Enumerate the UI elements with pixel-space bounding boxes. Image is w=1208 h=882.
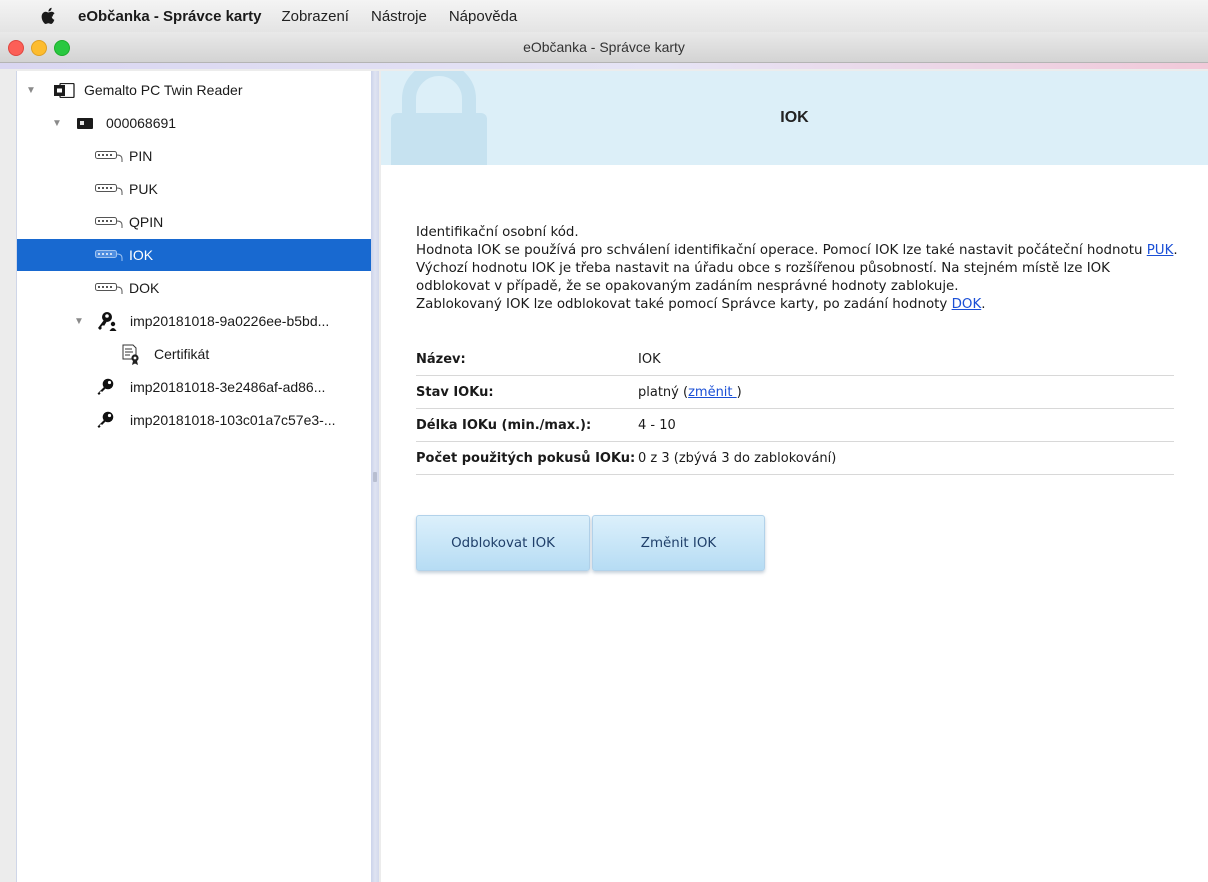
apple-icon[interactable]	[40, 7, 56, 25]
menu-napoveda[interactable]: Nápověda	[449, 8, 517, 25]
property-label: Počet použitých pokusů IOKu:	[416, 450, 636, 466]
description-line: Hodnota IOK se používá pro schválení ide…	[416, 242, 1201, 260]
description-text: .	[1173, 243, 1178, 258]
tree-item-label: imp20181018-3e2486af-ad86...	[130, 379, 326, 395]
card-reader-icon	[54, 83, 75, 98]
key-person-icon	[98, 312, 117, 331]
disclosure-expanded-icon[interactable]: ▼	[26, 85, 36, 96]
property-row-state: Stav IOKu: platný (změnit )	[416, 376, 1174, 409]
tree-item-key-2[interactable]: imp20181018-3e2486af-ad86...	[17, 371, 372, 403]
tree-item-label: DOK	[129, 280, 160, 296]
zoom-window-button[interactable]	[54, 40, 70, 56]
tree-item-label: Certifikát	[154, 346, 210, 362]
tree-item-label: 000068691	[106, 115, 177, 131]
property-value: platný (změnit )	[638, 385, 742, 400]
tree-item-label: Gemalto PC Twin Reader	[84, 82, 243, 98]
puk-link[interactable]: PUK	[1147, 243, 1174, 258]
description-line: Zablokovaný IOK lze odblokovat také pomo…	[416, 296, 1201, 314]
keypad-icon	[95, 151, 123, 162]
split-view-grip[interactable]	[373, 472, 377, 482]
sidebar-tree: ▼ Gemalto PC Twin Reader ▼ 000068691 PIN	[16, 71, 372, 882]
description-line: Identifikační osobní kód.	[416, 225, 579, 240]
description-text: Hodnota IOK se používá pro schválení ide…	[416, 243, 1147, 258]
menu-zobrazeni[interactable]: Zobrazení	[281, 8, 349, 25]
property-value: IOK	[638, 351, 661, 367]
menu-app-name[interactable]: eObčanka - Správce karty	[78, 8, 261, 25]
tree-item-reader[interactable]: ▼ Gemalto PC Twin Reader	[17, 74, 372, 106]
state-text: platný (	[638, 384, 689, 400]
property-row-length: Délka IOKu (min./max.): 4 - 10	[416, 409, 1174, 442]
tree-item-qpin[interactable]: QPIN	[17, 206, 372, 238]
keypad-icon	[95, 184, 123, 195]
tree-item-key-3[interactable]: imp20181018-103c01a7c57e3-...	[17, 404, 372, 436]
unblock-iok-button[interactable]: Odblokovat IOK	[416, 515, 590, 571]
key-icon	[97, 378, 114, 395]
property-value: 4 - 10	[638, 417, 676, 433]
detail-panel: IOK Identifikační osobní kód. Hodnota IO…	[381, 71, 1208, 882]
change-state-link[interactable]: změnit	[688, 385, 737, 400]
tree-item-key-1[interactable]: ▼ imp20181018-9a0226ee-b5bd...	[17, 305, 372, 337]
keypad-icon	[95, 250, 123, 261]
keypad-icon	[95, 283, 123, 294]
tree-item-iok[interactable]: IOK	[17, 239, 372, 271]
description-text: .	[981, 297, 986, 312]
page-title: IOK	[780, 109, 809, 126]
property-label: Stav IOKu:	[416, 384, 494, 400]
window-title: eObčanka - Správce karty	[523, 39, 685, 55]
menu-bar: eObčanka - Správce karty Zobrazení Nástr…	[0, 0, 1208, 32]
tree-item-certificate[interactable]: Certifikát	[17, 338, 372, 370]
property-row-name: Název: IOK	[416, 343, 1174, 376]
tree-item-pin[interactable]: PIN	[17, 140, 372, 172]
property-label: Název:	[416, 351, 466, 367]
tree-item-dok[interactable]: DOK	[17, 272, 372, 304]
description-text: Zablokovaný IOK lze odblokovat také pomo…	[416, 297, 952, 312]
description-line: Výchozí hodnotu IOK je třeba nastavit na…	[416, 261, 1110, 276]
key-icon	[97, 411, 114, 428]
menu-nastroje[interactable]: Nástroje	[371, 8, 427, 25]
certificate-icon	[122, 344, 139, 365]
tree-item-label: PUK	[129, 181, 158, 197]
smart-card-icon	[77, 118, 93, 129]
property-value: 0 z 3 (zbývá 3 do zablokování)	[638, 450, 837, 466]
tree-item-puk[interactable]: PUK	[17, 173, 372, 205]
close-window-button[interactable]	[8, 40, 24, 56]
description-line: odblokovat v případě, že se opakovaným z…	[416, 279, 959, 294]
minimize-window-button[interactable]	[31, 40, 47, 56]
state-text-close: )	[736, 384, 742, 400]
window-title-bar: eObčanka - Správce karty	[0, 32, 1208, 63]
tree-item-label: PIN	[129, 148, 153, 164]
disclosure-expanded-icon[interactable]: ▼	[74, 316, 84, 327]
window-controls	[8, 40, 70, 56]
header-accent-strip	[0, 63, 1208, 69]
properties-table: Název: IOK Stav IOKu: platný (změnit ) D…	[416, 343, 1174, 475]
tree-item-label: imp20181018-9a0226ee-b5bd...	[130, 313, 330, 329]
description: Identifikační osobní kód. Hodnota IOK se…	[416, 224, 1201, 314]
tree-item-label: imp20181018-103c01a7c57e3-...	[130, 412, 336, 428]
keypad-icon	[95, 217, 123, 228]
change-iok-button[interactable]: Změnit IOK	[592, 515, 765, 571]
tree-item-card[interactable]: ▼ 000068691	[17, 107, 372, 139]
disclosure-expanded-icon[interactable]: ▼	[52, 118, 62, 129]
dok-link[interactable]: DOK	[952, 297, 982, 312]
property-row-attempts: Počet použitých pokusů IOKu: 0 z 3 (zbýv…	[416, 442, 1174, 475]
tree-item-label: QPIN	[129, 214, 164, 230]
tree-item-label: IOK	[129, 247, 154, 263]
header-banner: IOK	[381, 71, 1208, 165]
property-label: Délka IOKu (min./max.):	[416, 417, 592, 433]
